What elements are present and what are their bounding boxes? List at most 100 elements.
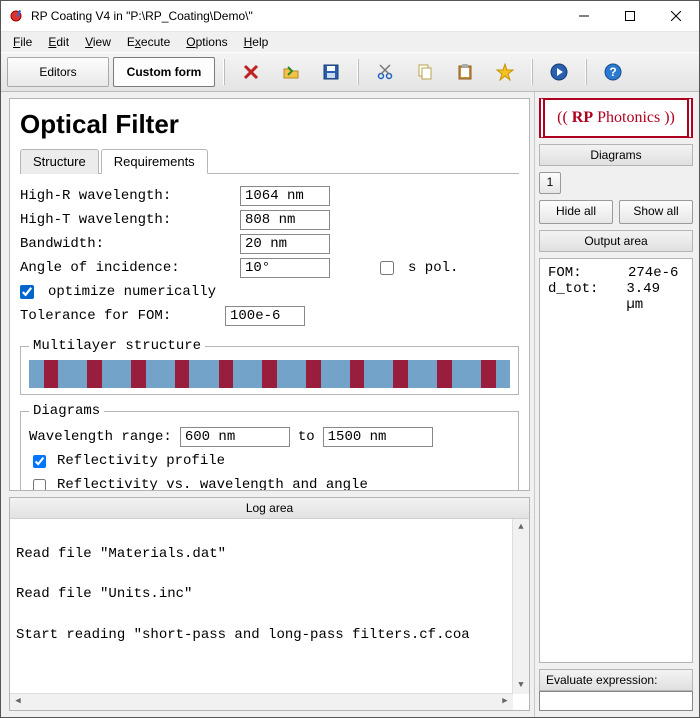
high-t-label: High-T wavelength: <box>20 212 230 228</box>
layer-stripe <box>58 360 87 388</box>
menu-edit[interactable]: Edit <box>40 33 77 51</box>
log-hscrollbar[interactable]: ◀▶ <box>10 693 513 710</box>
layer-stripe <box>102 360 131 388</box>
diagram-index-button[interactable]: 1 <box>539 172 561 194</box>
toolbar-separator <box>585 59 587 85</box>
layer-stripe <box>146 360 175 388</box>
dtot-value: 3.49 µm <box>626 281 684 313</box>
show-all-button[interactable]: Show all <box>619 200 693 224</box>
cut-button[interactable] <box>367 57 403 87</box>
app-icon <box>9 8 25 24</box>
folder-open-icon <box>280 61 302 83</box>
log-panel: Log area Read file "Materials.dat" Read … <box>9 497 530 711</box>
optimize-label: optimize numerically <box>48 284 216 300</box>
toolbar: Editors Custom form ? <box>1 52 699 92</box>
log-line: Read file "Materials.dat" <box>16 546 226 562</box>
high-r-input[interactable] <box>240 186 330 206</box>
copy-icon <box>414 61 436 83</box>
s-pol-checkbox[interactable] <box>380 261 394 275</box>
hide-all-button[interactable]: Hide all <box>539 200 613 224</box>
scissors-icon <box>374 61 396 83</box>
layer-stripe <box>321 360 350 388</box>
menu-view[interactable]: View <box>77 33 119 51</box>
minimize-button[interactable] <box>561 1 607 31</box>
multilayer-strip <box>29 360 510 388</box>
editors-button[interactable]: Editors <box>7 57 109 87</box>
layer-stripe <box>262 360 277 388</box>
scroll-up-icon: ▲ <box>513 519 529 535</box>
layer-stripe <box>408 360 437 388</box>
layer-stripe <box>481 360 496 388</box>
tab-requirements[interactable]: Requirements <box>101 149 208 174</box>
favorite-button[interactable] <box>487 57 523 87</box>
layer-stripe <box>29 360 44 388</box>
copy-button[interactable] <box>407 57 443 87</box>
help-button[interactable]: ? <box>595 57 631 87</box>
delete-button[interactable] <box>233 57 269 87</box>
paste-button[interactable] <box>447 57 483 87</box>
range-to-input[interactable] <box>323 427 433 447</box>
save-button[interactable] <box>313 57 349 87</box>
high-t-input[interactable] <box>240 210 330 230</box>
range-label: Wavelength range: <box>29 429 172 445</box>
page-title: Optical Filter <box>20 109 519 140</box>
layer-stripe <box>219 360 234 388</box>
layer-stripe <box>233 360 262 388</box>
layer-stripe <box>44 360 59 388</box>
range-from-input[interactable] <box>180 427 290 447</box>
aoi-input[interactable] <box>240 258 330 278</box>
scroll-left-icon: ◀ <box>10 694 26 710</box>
fom-label: FOM: <box>548 265 628 281</box>
menu-options[interactable]: Options <box>178 33 235 51</box>
rp-photonics-logo: (( RP Photonics )) <box>539 98 693 138</box>
menu-file[interactable]: File <box>5 33 40 51</box>
refl-vs-checkbox[interactable] <box>33 479 46 492</box>
diagrams-fieldset: Diagrams Wavelength range: to Reflectivi… <box>20 403 519 491</box>
tab-structure[interactable]: Structure <box>20 149 99 174</box>
layer-stripe <box>437 360 452 388</box>
layer-stripe <box>393 360 408 388</box>
log-vscrollbar[interactable]: ▲▼ <box>512 519 529 694</box>
window-title: RP Coating V4 in "P:\RP_Coating\Demo\" <box>31 9 561 23</box>
menu-execute[interactable]: Execute <box>119 33 178 51</box>
custom-form-button[interactable]: Custom form <box>113 57 215 87</box>
maximize-button[interactable] <box>607 1 653 31</box>
multilayer-fieldset: Multilayer structure <box>20 338 519 395</box>
s-pol-label: s pol. <box>408 260 458 276</box>
refl-vs-label: Reflectivity vs. wavelength and angle <box>57 477 368 491</box>
bandwidth-input[interactable] <box>240 234 330 254</box>
layer-stripe <box>175 360 190 388</box>
output-area-header: Output area <box>539 230 693 252</box>
range-to-word: to <box>298 429 315 445</box>
close-button[interactable] <box>653 1 699 31</box>
layer-stripe <box>364 360 393 388</box>
floppy-icon <box>320 61 342 83</box>
layer-stripe <box>350 360 365 388</box>
toolbar-separator <box>531 59 533 85</box>
evaluate-input[interactable] <box>539 691 693 711</box>
title-bar: RP Coating V4 in "P:\RP_Coating\Demo\" <box>1 1 699 32</box>
bandwidth-label: Bandwidth: <box>20 236 230 252</box>
fom-value: 274e-6 <box>628 265 678 281</box>
aoi-label: Angle of incidence: <box>20 260 230 276</box>
x-icon <box>240 61 262 83</box>
run-button[interactable] <box>541 57 577 87</box>
menu-help[interactable]: Help <box>236 33 277 51</box>
play-icon <box>548 61 570 83</box>
open-button[interactable] <box>273 57 309 87</box>
optimize-checkbox[interactable] <box>20 285 34 299</box>
dtot-label: d_tot: <box>548 281 626 313</box>
tab-bar: Structure Requirements <box>20 148 519 174</box>
refl-profile-checkbox[interactable] <box>33 455 46 468</box>
tol-label: Tolerance for FOM: <box>20 308 215 324</box>
scroll-right-icon: ▶ <box>497 694 513 710</box>
output-area: FOM:274e-6 d_tot:3.49 µm <box>539 258 693 663</box>
layer-stripe <box>131 360 146 388</box>
layer-stripe <box>452 360 481 388</box>
requirements-form: High-R wavelength: High-T wavelength: Ba… <box>20 176 519 330</box>
toolbar-separator <box>357 59 359 85</box>
diagrams-header: Diagrams <box>539 144 693 166</box>
log-header: Log area <box>10 498 529 519</box>
tol-input[interactable] <box>225 306 305 326</box>
layer-stripe <box>87 360 102 388</box>
